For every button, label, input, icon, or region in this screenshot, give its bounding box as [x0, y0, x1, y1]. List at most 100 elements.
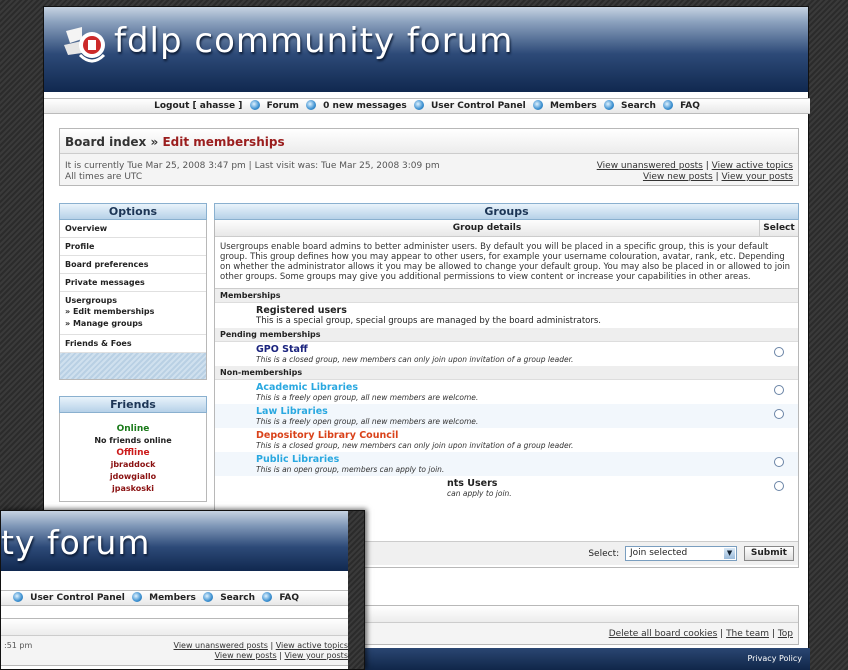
members-link[interactable]: Members	[550, 101, 597, 111]
breadcrumb-panel: Board index » Edit memberships It is cur…	[59, 128, 799, 186]
new-posts-link[interactable]: View new posts	[643, 172, 713, 182]
option-edit-memberships[interactable]: » Edit memberships	[60, 306, 206, 318]
overlay-panel-header	[1, 619, 353, 636]
group-description: This is a closed group, new members can …	[256, 355, 574, 364]
friends-title: Friends	[59, 396, 207, 413]
group-select-radio[interactable]	[774, 481, 784, 491]
friend-link[interactable]: jdowgiallo	[60, 471, 206, 483]
group-select-radio[interactable]	[774, 347, 784, 357]
group-description: This is a closed group, new members can …	[256, 441, 574, 450]
link-divider: |	[279, 651, 282, 660]
breadcrumb-current[interactable]: Edit memberships	[162, 135, 284, 149]
submit-button[interactable]: Submit	[743, 546, 794, 561]
window-edge	[348, 511, 364, 669]
unanswered-posts-link[interactable]: View unanswered posts	[597, 161, 703, 171]
forum-link[interactable]: Forum	[267, 101, 299, 111]
delete-cookies-link[interactable]: Delete all board cookies	[609, 629, 718, 639]
breadcrumb: Board index » Edit memberships	[60, 129, 798, 154]
group-details-column: Group details	[215, 220, 760, 236]
overlay-members-link[interactable]: Members	[149, 593, 196, 603]
group-row: GPO Staff This is a closed group, new me…	[215, 342, 798, 366]
overlay-nav: User Control Panel Members Search FAQ	[1, 590, 364, 606]
overlay-breadcrumb-panel: :51 pm View unanswered posts | View acti…	[1, 618, 354, 666]
active-topics-link[interactable]: View active topics	[712, 161, 793, 171]
group-name[interactable]: nts Users	[447, 478, 758, 489]
group-name[interactable]: Registered users	[256, 305, 758, 316]
section-non-memberships: Non-memberships	[215, 366, 798, 380]
option-private-messages[interactable]: Private messages	[60, 274, 206, 292]
link-divider: |	[720, 629, 724, 639]
ucp-link[interactable]: User Control Panel	[431, 101, 526, 111]
group-name[interactable]: Depository Library Council	[256, 430, 758, 441]
group-row: Registered users This is a special group…	[215, 303, 798, 328]
online-heading: Online	[116, 424, 150, 434]
groups-table-header: Group details Select	[215, 220, 798, 237]
overlay-active-link[interactable]: View active topics	[276, 641, 348, 650]
option-friends-foes[interactable]: Friends & Foes	[60, 335, 206, 353]
bullet-icon	[131, 592, 142, 602]
group-select-radio[interactable]	[774, 409, 784, 419]
section-pending: Pending memberships	[215, 328, 798, 342]
your-posts-link[interactable]: View your posts	[722, 172, 793, 182]
site-banner: fdlp community forum	[44, 7, 808, 92]
timezone-text: All times are UTC	[65, 172, 143, 182]
option-profile[interactable]: Profile	[60, 238, 206, 256]
group-select-radio[interactable]	[774, 457, 784, 467]
overlay-yourposts-link[interactable]: View your posts	[284, 651, 348, 660]
group-name[interactable]: Academic Libraries	[256, 382, 758, 393]
groups-intro-text: Usergroups enable board admins to better…	[215, 237, 798, 289]
group-row: Depository Library Council This is a clo…	[215, 428, 798, 452]
time-info: It is currently Tue Mar 25, 2008 3:47 pm…	[65, 161, 440, 183]
option-usergroups[interactable]: Usergroups	[60, 292, 206, 306]
board-index-link[interactable]: Board index	[65, 135, 146, 149]
friends-list: Online No friends online Offline jbraddo…	[59, 413, 207, 502]
bullet-icon	[306, 100, 317, 110]
group-name[interactable]: GPO Staff	[256, 344, 758, 355]
group-row: Academic Libraries This is a freely open…	[215, 380, 798, 404]
overlay-search-link[interactable]: Search	[220, 593, 255, 603]
group-description: This is a freely open group, all new mem…	[256, 417, 479, 426]
faq-link[interactable]: FAQ	[680, 101, 700, 111]
group-name[interactable]: Law Libraries	[256, 406, 758, 417]
link-divider: |	[705, 161, 709, 171]
breadcrumb-separator: »	[150, 135, 159, 149]
group-name[interactable]: Public Libraries	[256, 454, 758, 465]
offline-heading: Offline	[116, 448, 150, 458]
overlay-banner: ty forum	[1, 511, 364, 571]
bullet-icon	[203, 592, 214, 602]
friend-link[interactable]: jbraddock	[60, 459, 206, 471]
group-description: This is a freely open group, all new mem…	[256, 393, 479, 402]
search-link[interactable]: Search	[621, 101, 656, 111]
bottom-links: Delete all board cookies | The team | To…	[609, 629, 793, 639]
options-filler	[60, 353, 206, 379]
no-friends-online-text: No friends online	[94, 436, 172, 445]
options-title: Options	[59, 203, 207, 220]
friend-link[interactable]: jpaskoski	[60, 483, 206, 495]
group-row: nts Users can apply to join.	[215, 476, 798, 500]
group-action-select[interactable]: Join selected ▼	[625, 546, 738, 561]
overlay-faq-link[interactable]: FAQ	[279, 593, 299, 603]
quick-links: View unanswered posts | View active topi…	[597, 161, 793, 183]
overlay-unanswered-link[interactable]: View unanswered posts	[174, 641, 268, 650]
overlay-newposts-link[interactable]: View new posts	[215, 651, 277, 660]
group-description: This is an open group, members can apply…	[256, 465, 445, 474]
chevron-down-icon: ▼	[724, 548, 736, 559]
group-action-select-value: Join selected	[630, 548, 688, 558]
bullet-icon	[262, 592, 273, 602]
options-list: Overview Profile Board preferences Priva…	[59, 220, 207, 380]
fdlp-eagle-logo-icon	[64, 27, 106, 63]
logout-link[interactable]: Logout [ ahasse ]	[154, 101, 242, 111]
select-label: Select:	[588, 548, 620, 559]
overlay-ucp-link[interactable]: User Control Panel	[30, 593, 125, 603]
messages-link[interactable]: 0 new messages	[323, 101, 407, 111]
groups-title: Groups	[214, 203, 799, 220]
team-link[interactable]: The team	[726, 629, 769, 639]
option-manage-groups[interactable]: » Manage groups	[60, 318, 206, 335]
group-select-radio[interactable]	[774, 385, 784, 395]
privacy-policy-link[interactable]: Privacy Policy	[747, 654, 802, 663]
top-link[interactable]: Top	[778, 629, 793, 639]
option-board-preferences[interactable]: Board preferences	[60, 256, 206, 274]
bullet-icon	[13, 592, 23, 602]
option-overview[interactable]: Overview	[60, 220, 206, 238]
overlay-quick-links: View unanswered posts | View active topi…	[174, 641, 348, 661]
